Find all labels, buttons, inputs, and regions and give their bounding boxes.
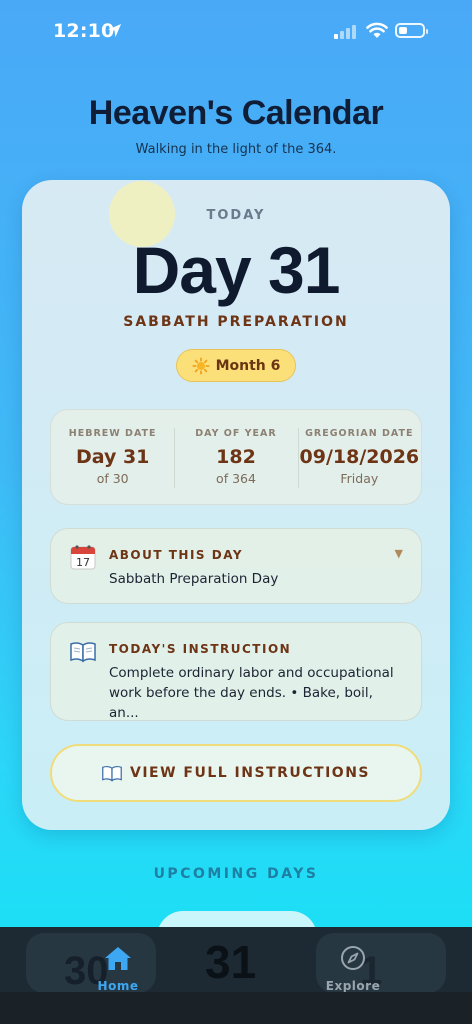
chevron-down-icon[interactable]: ▼	[395, 547, 403, 560]
tab-bar: 30 31 1 Home Explore	[0, 927, 472, 1024]
current-day: Day 31	[132, 233, 341, 307]
stat-sub: of 30	[96, 471, 129, 486]
calendar-icon: 17	[70, 545, 96, 570]
stat-sub: Friday	[340, 471, 379, 486]
view-button-label: VIEW FULL INSTRUCTIONS	[129, 765, 370, 781]
month-badge[interactable]: Month 6	[176, 349, 296, 382]
svg-text:17: 17	[76, 556, 90, 569]
today-card: TODAY Day 31 SABBATH PREPARATION Month 6…	[22, 180, 450, 830]
tab-label: Explore	[325, 979, 381, 993]
about-this-day-panel[interactable]: 17 ABOUT THIS DAY Sabbath Preparation Da…	[50, 528, 422, 604]
book-icon	[102, 765, 122, 782]
stat-day-of-year: DAY OF YEAR 182 of 364	[174, 410, 297, 504]
compass-icon	[341, 946, 365, 970]
sun-icon	[192, 356, 210, 375]
view-full-instructions-button[interactable]: VIEW FULL INSTRUCTIONS	[50, 744, 422, 802]
stat-label: GREGORIAN DATE	[305, 428, 414, 439]
tab-label: Home	[97, 979, 139, 993]
battery-icon	[395, 23, 428, 38]
app-subtitle: Walking in the light of the 364.	[135, 142, 337, 157]
stat-hebrew-date: HEBREW DATE Day 31 of 30	[51, 410, 174, 504]
instruction-text: Complete ordinary labor and occupational…	[109, 665, 394, 721]
house-icon	[105, 947, 131, 970]
status-bar: 12:10	[0, 0, 472, 62]
tab-explore[interactable]: Explore	[313, 945, 393, 993]
status-time: 12:10	[53, 20, 115, 42]
about-heading: ABOUT THIS DAY	[109, 548, 244, 562]
today-label: TODAY	[206, 208, 266, 223]
stat-value: 09/18/2026	[299, 446, 420, 468]
stat-sub: of 364	[216, 471, 256, 486]
stat-value: Day 31	[75, 446, 150, 468]
cellular-signal-icon	[334, 24, 356, 39]
instruction-heading: TODAY'S INSTRUCTION	[109, 642, 292, 656]
stat-gregorian-date: GREGORIAN DATE 09/18/2026 Friday	[297, 410, 421, 504]
stat-label: HEBREW DATE	[68, 428, 157, 439]
about-text: Sabbath Preparation Day	[109, 571, 279, 587]
month-label: Month 6	[215, 357, 281, 374]
app-title: Heaven's Calendar	[88, 94, 384, 132]
wifi-icon	[366, 22, 388, 38]
day-type: SABBATH PREPARATION	[123, 314, 349, 330]
upcoming-days-heading: UPCOMING DAYS	[153, 866, 319, 882]
date-stats: HEBREW DATE Day 31 of 30 DAY OF YEAR 182…	[50, 409, 422, 505]
stat-label: DAY OF YEAR	[195, 428, 277, 439]
home-indicator-area	[0, 992, 472, 1024]
tab-home[interactable]: Home	[78, 945, 158, 993]
stat-value: 182	[216, 446, 256, 468]
upcoming-day-current-number: 31	[205, 936, 257, 988]
book-icon	[70, 642, 96, 663]
location-arrow-icon	[107, 23, 122, 38]
todays-instruction-panel[interactable]: TODAY'S INSTRUCTION Complete ordinary la…	[50, 622, 422, 721]
